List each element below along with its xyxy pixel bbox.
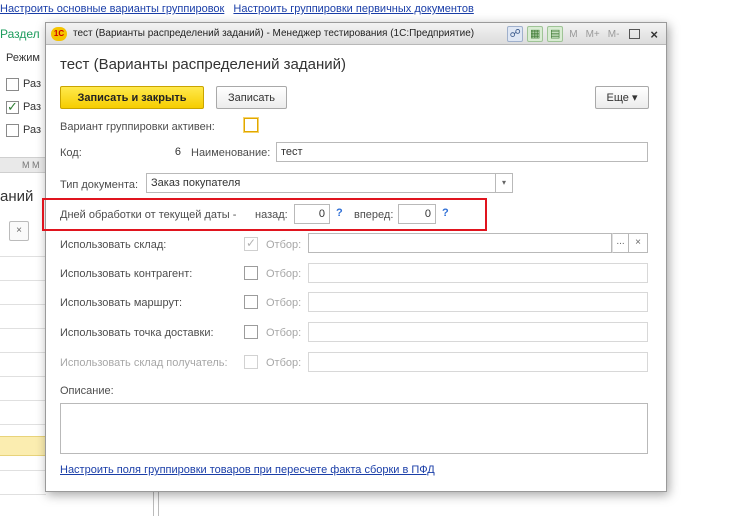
bg-row-divider xyxy=(0,376,46,377)
warehouse-select-button[interactable]: ... xyxy=(612,233,629,253)
configure-grouping-fields-link[interactable]: Настроить поля группировки товаров при п… xyxy=(60,464,435,476)
route-filter-label: Отбор: xyxy=(266,297,302,309)
form-title: тест (Варианты распределений заданий) xyxy=(60,56,347,73)
more-button[interactable]: Еще ▾ xyxy=(595,86,649,109)
bg-row-divider xyxy=(0,256,46,257)
bg-row-divider xyxy=(0,494,46,495)
name-label: Наименование: xyxy=(191,147,271,159)
bg-checkbox-1[interactable] xyxy=(6,78,19,91)
bg-checkbox-label-3: Раз xyxy=(23,124,42,136)
use-contractor-checkbox[interactable] xyxy=(244,266,258,280)
use-recv-warehouse-label: Использовать склад получатель: xyxy=(60,357,228,369)
bg-selected-row[interactable] xyxy=(0,436,46,456)
background-panel: Раздел Режим Раз Раз Раз M M аний × xyxy=(0,0,46,516)
memory-minus-button[interactable]: M- xyxy=(606,29,622,40)
maximize-icon[interactable] xyxy=(629,29,641,39)
code-label: Код: xyxy=(60,147,82,159)
use-route-checkbox[interactable] xyxy=(244,295,258,309)
1c-app-icon: 1С xyxy=(51,27,67,41)
warehouse-filter-field[interactable] xyxy=(308,233,612,253)
section-label: Раздел xyxy=(0,27,40,41)
warehouse-clear-button[interactable]: × xyxy=(629,233,648,253)
memory-button[interactable]: M xyxy=(567,29,579,40)
delivery-filter-field[interactable] xyxy=(308,322,648,342)
description-label: Описание: xyxy=(60,385,114,397)
background-links: Настроить основные варианты группировок … xyxy=(0,3,480,15)
delivery-filter-label: Отбор: xyxy=(266,327,302,339)
use-delivery-checkbox[interactable] xyxy=(244,325,258,339)
bg-checkbox-2[interactable] xyxy=(6,99,19,115)
title-bar-icons: ☍ ▦ ▤ M M+ M- × xyxy=(507,26,660,42)
name-field[interactable] xyxy=(276,142,648,162)
use-warehouse-checkbox[interactable] xyxy=(244,236,258,251)
bg-checkbox-label-2: Раз xyxy=(23,101,42,113)
bg-checkbox-label-1: Раз xyxy=(23,78,42,90)
calendar-icon[interactable]: ▤ xyxy=(547,26,564,42)
code-field[interactable] xyxy=(146,142,186,162)
dialog-window: 1С тест (Варианты распределений заданий)… xyxy=(45,22,667,492)
table-icon[interactable]: ▦ xyxy=(527,26,544,42)
route-filter-field[interactable] xyxy=(308,292,648,312)
save-button[interactable]: Записать xyxy=(216,86,287,109)
contractor-filter-label: Отбор: xyxy=(266,268,302,280)
window-title: тест (Варианты распределений заданий) - … xyxy=(73,28,475,39)
bg-row-divider xyxy=(0,470,46,471)
bg-strip-text: M M xyxy=(22,160,40,170)
bg-row-divider xyxy=(0,352,46,353)
save-and-close-button[interactable]: Записать и закрыть xyxy=(60,86,204,109)
bg-checkbox-3[interactable] xyxy=(6,124,19,137)
doctype-dropdown-button[interactable]: ▾ xyxy=(496,173,513,193)
memory-plus-button[interactable]: M+ xyxy=(584,29,602,40)
bg-row-divider xyxy=(0,280,46,281)
link-icon[interactable]: ☍ xyxy=(507,26,524,42)
highlight-frame xyxy=(42,198,487,231)
use-route-label: Использовать маршрут: xyxy=(60,297,183,309)
bg-row-divider xyxy=(0,424,46,425)
active-checkbox[interactable] xyxy=(244,118,258,132)
bg-clear-button[interactable]: × xyxy=(9,221,29,241)
recv-filter-label: Отбор: xyxy=(266,357,302,369)
bg-toolbar-strip: M M xyxy=(0,157,46,173)
title-bar[interactable]: 1С тест (Варианты распределений заданий)… xyxy=(46,23,666,45)
use-contractor-label: Использовать контрагент: xyxy=(60,268,193,280)
use-delivery-label: Использовать точка доставки: xyxy=(60,327,214,339)
bg-row-divider xyxy=(0,400,46,401)
contractor-filter-field[interactable] xyxy=(308,263,648,283)
doctype-label: Тип документа: xyxy=(60,179,139,191)
link-configure-primary-docs[interactable]: Настроить группировки первичных документ… xyxy=(233,3,473,15)
bg-row-divider xyxy=(0,304,46,305)
doctype-field[interactable] xyxy=(146,173,496,193)
use-recv-warehouse-checkbox[interactable] xyxy=(244,355,258,369)
recv-filter-field[interactable] xyxy=(308,352,648,372)
use-warehouse-label: Использовать склад: xyxy=(60,239,167,251)
bg-row-divider xyxy=(0,328,46,329)
warehouse-filter-label: Отбор: xyxy=(266,239,302,251)
close-button[interactable]: × xyxy=(648,27,660,42)
bg-heading: аний xyxy=(0,188,34,205)
description-textarea[interactable] xyxy=(60,403,648,454)
active-label: Вариант группировки активен: xyxy=(60,121,215,133)
mode-label: Режим xyxy=(6,52,40,64)
